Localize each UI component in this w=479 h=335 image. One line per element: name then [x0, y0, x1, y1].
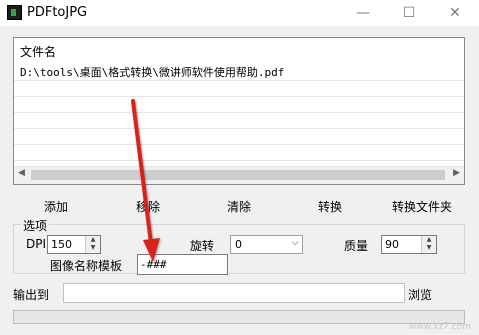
file-list[interactable]: 文件名 D:\tools\桌面\格式转换\微讲师软件使用帮助.pdf ◀ ▶ [13, 37, 465, 185]
browse-button[interactable]: 浏览 [408, 286, 432, 303]
row-divider [14, 112, 464, 113]
options-group-label: 选项 [21, 217, 50, 234]
close-button[interactable]: ✕ [432, 0, 478, 26]
scrollbar-thumb[interactable] [31, 170, 445, 180]
row-divider [14, 128, 464, 129]
row-divider [14, 144, 464, 145]
watermark: www.xz7.com [409, 322, 471, 332]
scroll-right-icon[interactable]: ▶ [453, 168, 460, 178]
dpi-up-icon[interactable]: ▲ [86, 236, 100, 244]
output-label: 输出到 [13, 288, 50, 302]
name-template-input[interactable]: -### [137, 254, 228, 275]
quality-spinner[interactable]: 90 ▲ ▼ [381, 235, 437, 254]
name-template-label: 图像名称模板 [50, 259, 123, 273]
horizontal-scrollbar[interactable]: ◀ ▶ [14, 166, 464, 184]
output-path-input[interactable] [63, 283, 405, 303]
app-icon [7, 5, 22, 20]
convert-folder-button[interactable]: 转换文件夹 [392, 198, 452, 215]
remove-button[interactable]: 移除 [136, 198, 160, 215]
chevron-down-icon[interactable]: ⌵ [291, 237, 299, 248]
quality-up-icon[interactable]: ▲ [422, 236, 436, 244]
window-title: PDFtoJPG [27, 5, 88, 20]
row-divider [14, 160, 464, 161]
convert-button[interactable]: 转换 [318, 198, 342, 215]
title-bar: PDFtoJPG — ☐ ✕ [0, 0, 479, 26]
add-button[interactable]: 添加 [44, 198, 68, 215]
progress-bar [13, 310, 465, 324]
quality-label: 质量 [344, 239, 369, 253]
minimize-button[interactable]: — [340, 0, 386, 26]
file-row[interactable]: D:\tools\桌面\格式转换\微讲师软件使用帮助.pdf [20, 64, 284, 80]
dpi-value: 150 [51, 238, 72, 251]
dpi-label: DPI [26, 237, 47, 251]
row-divider [14, 80, 464, 81]
quality-down-icon[interactable]: ▼ [422, 244, 436, 252]
row-divider [14, 96, 464, 97]
quality-value: 90 [385, 238, 399, 251]
scroll-left-icon[interactable]: ◀ [18, 168, 25, 178]
dpi-spinner[interactable]: 150 ▲ ▼ [47, 235, 101, 254]
column-header-filename[interactable]: 文件名 [20, 43, 56, 60]
clear-button[interactable]: 清除 [227, 198, 251, 215]
rotate-select[interactable]: 0 ⌵ [230, 235, 303, 254]
rotate-label: 旋转 [190, 239, 215, 253]
rotate-value: 0 [235, 238, 242, 251]
maximize-button[interactable]: ☐ [386, 0, 432, 26]
dpi-down-icon[interactable]: ▼ [86, 244, 100, 252]
